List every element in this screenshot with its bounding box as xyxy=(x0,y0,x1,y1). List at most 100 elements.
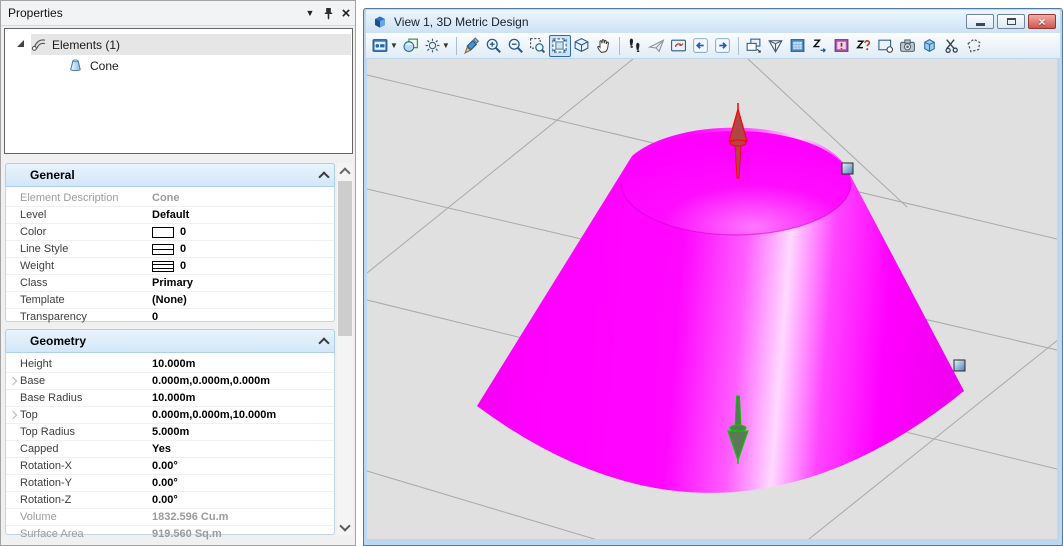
property-value[interactable]: 919.560 Sq.m xyxy=(152,528,334,540)
property-value[interactable]: 0 xyxy=(152,243,334,255)
display-style-button[interactable] xyxy=(400,35,422,57)
walk-button[interactable] xyxy=(624,35,646,57)
tree-expand-icon[interactable] xyxy=(17,40,24,47)
tree-row-cone[interactable]: Cone xyxy=(5,55,352,76)
clip-mask-button[interactable] xyxy=(941,35,963,57)
zoom-out-icon xyxy=(508,38,523,53)
clip-front-button[interactable] xyxy=(919,35,941,57)
close-button[interactable]: × xyxy=(1028,14,1056,29)
property-value[interactable]: 5.000m xyxy=(152,426,334,438)
property-value[interactable]: 0.00° xyxy=(152,477,334,489)
property-row-base-radius[interactable]: Base Radius 10.000m xyxy=(6,390,334,407)
navigate-view-button[interactable] xyxy=(668,35,690,57)
property-value[interactable]: 10.000m xyxy=(152,392,334,404)
property-value[interactable]: Cone xyxy=(152,192,334,204)
show-display-depth-button[interactable] xyxy=(853,35,875,57)
zoom-in-button[interactable] xyxy=(483,35,505,57)
fly-button[interactable] xyxy=(646,35,668,57)
property-value[interactable]: 10.000m xyxy=(152,358,334,370)
property-row-class[interactable]: Class Primary xyxy=(6,275,334,292)
scroll-up-button[interactable] xyxy=(337,163,353,179)
camera-settings-button[interactable] xyxy=(897,35,919,57)
copy-view-button[interactable] xyxy=(743,35,765,57)
elements-icon xyxy=(31,39,46,51)
property-row-capped[interactable]: Capped Yes xyxy=(6,441,334,458)
selection-handle-top[interactable] xyxy=(841,162,854,175)
expand-chevron-icon[interactable] xyxy=(6,376,20,386)
property-row-weight[interactable]: Weight 0 xyxy=(6,258,334,275)
panel-pin-button[interactable] xyxy=(319,4,337,22)
properties-scrollbar[interactable] xyxy=(337,163,353,535)
collapse-geometry-button[interactable] xyxy=(314,336,334,349)
dropdown-arrow-icon[interactable]: ▼ xyxy=(390,41,398,50)
property-value[interactable]: 0.00° xyxy=(152,460,334,472)
weight-swatch[interactable] xyxy=(152,260,174,272)
fence-clip-button[interactable] xyxy=(963,35,985,57)
property-row-rotation-y[interactable]: Rotation-Y 0.00° xyxy=(6,475,334,492)
window-area-button[interactable] xyxy=(527,35,549,57)
fit-view-icon xyxy=(552,38,567,53)
view-next-button[interactable] xyxy=(712,35,734,57)
dropdown-arrow-icon[interactable]: ▼ xyxy=(442,41,450,50)
view-titlebar[interactable]: View 1, 3D Metric Design × xyxy=(366,10,1060,33)
property-label: Rotation-Y xyxy=(20,477,72,489)
section-header-geometry[interactable]: Geometry xyxy=(5,329,335,353)
scroll-down-button[interactable] xyxy=(337,519,353,535)
property-value[interactable]: 0.00° xyxy=(152,494,334,506)
property-row-rotation-x[interactable]: Rotation-X 0.00° xyxy=(6,458,334,475)
property-value[interactable]: 0 xyxy=(152,260,334,272)
view-window: View 1, 3D Metric Design × ▼ ▼ xyxy=(363,8,1063,546)
panel-menu-button[interactable]: ▼ xyxy=(301,4,319,22)
property-value[interactable]: Primary xyxy=(152,277,334,289)
viewport-canvas[interactable] xyxy=(367,59,1057,539)
view-previous-button[interactable] xyxy=(690,35,712,57)
property-value[interactable]: 0.000m,0.000m,10.000m xyxy=(152,409,334,421)
property-row-base[interactable]: Base 0.000m,0.000m,0.000m xyxy=(6,373,334,390)
property-value[interactable]: Default xyxy=(152,209,334,221)
property-row-template[interactable]: Template (None) xyxy=(6,292,334,309)
tree-row-elements[interactable]: Elements (1) xyxy=(5,34,352,55)
property-row-level[interactable]: Level Default xyxy=(6,207,334,224)
property-row-top[interactable]: Top 0.000m,0.000m,10.000m xyxy=(6,407,334,424)
clip-volume-button[interactable] xyxy=(875,35,897,57)
property-label: Base Radius xyxy=(20,392,83,404)
pan-view-button[interactable] xyxy=(593,35,615,57)
linestyle-swatch[interactable] xyxy=(152,243,174,255)
section-header-general[interactable]: General xyxy=(5,163,335,187)
maximize-button[interactable] xyxy=(997,14,1025,29)
property-row-element-description[interactable]: Element Description Cone xyxy=(6,190,334,207)
property-value[interactable]: 0.000m,0.000m,0.000m xyxy=(152,375,334,387)
update-depth-button[interactable] xyxy=(831,35,853,57)
scrollbar-thumb[interactable] xyxy=(338,181,352,336)
collapse-general-button[interactable] xyxy=(314,170,334,183)
property-value[interactable]: 0 xyxy=(152,311,334,323)
update-view-button[interactable] xyxy=(461,35,483,57)
properties-titlebar[interactable]: Properties ▼ × xyxy=(1,1,355,26)
property-value[interactable]: 0 xyxy=(152,226,334,238)
change-view-perspective-button[interactable] xyxy=(765,35,787,57)
view-attributes-button[interactable]: ▼ xyxy=(370,35,400,57)
expand-chevron-icon[interactable] xyxy=(6,410,20,420)
property-row-height[interactable]: Height 10.000m xyxy=(6,356,334,373)
rotate-view-button[interactable] xyxy=(571,35,593,57)
property-row-top-radius[interactable]: Top Radius 5.000m xyxy=(6,424,334,441)
property-row-surface-area[interactable]: Surface Area 919.560 Sq.m xyxy=(6,526,334,542)
set-active-depth-button[interactable] xyxy=(787,35,809,57)
property-row-line-style[interactable]: Line Style 0 xyxy=(6,241,334,258)
property-row-color[interactable]: Color 0 xyxy=(6,224,334,241)
property-value[interactable]: (None) xyxy=(152,294,334,306)
selection-handle-bottom[interactable] xyxy=(953,359,966,372)
property-row-rotation-z[interactable]: Rotation-Z 0.00° xyxy=(6,492,334,509)
property-value[interactable]: Yes xyxy=(152,443,334,455)
property-label: Volume xyxy=(20,511,57,523)
adjust-view-brightness-button[interactable]: ▼ xyxy=(422,35,452,57)
property-value[interactable]: 1832.596 Cu.m xyxy=(152,511,334,523)
set-display-depth-button[interactable] xyxy=(809,35,831,57)
zoom-out-button[interactable] xyxy=(505,35,527,57)
minimize-button[interactable] xyxy=(966,14,994,29)
color-swatch[interactable] xyxy=(152,226,174,238)
property-row-volume[interactable]: Volume 1832.596 Cu.m xyxy=(6,509,334,526)
panel-close-button[interactable]: × xyxy=(337,4,355,22)
fit-view-button[interactable] xyxy=(548,34,571,57)
property-row-transparency[interactable]: Transparency 0 xyxy=(6,309,334,325)
